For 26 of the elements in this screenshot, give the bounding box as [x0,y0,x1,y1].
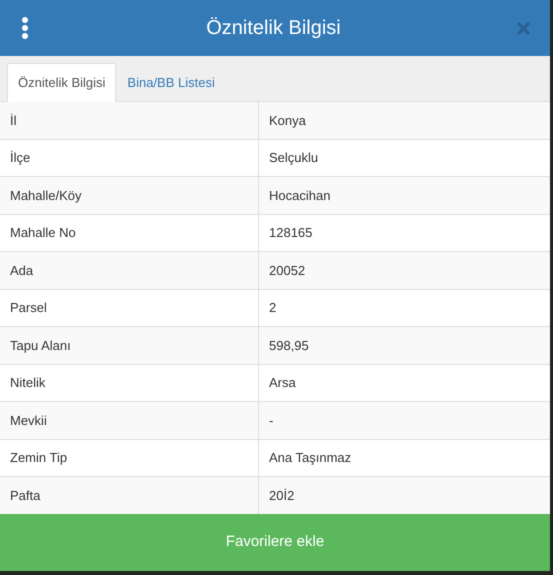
table-cell: Mevkii [0,402,259,439]
table-cell-text: 128165 [268,224,314,242]
tab[interactable]: Bina/BB Listesi [116,63,226,102]
table-cell: Ada [0,252,259,289]
table-cell-text: 20052 [268,262,306,280]
table-cell: İlçe [0,140,259,176]
tab[interactable]: Öznitelik Bilgisi [7,63,116,102]
table-cell-text: - [268,412,274,430]
table-cell-text: 20İ2 [268,486,296,505]
table-cell-text: 598,95 [268,336,310,355]
add-to-favorites-button[interactable]: Favorilere ekle [0,514,550,571]
table-cell: Tapu Alanı [0,327,259,364]
table-cell: İl [0,102,259,139]
menu-icon[interactable] [20,17,30,39]
table-cell: Zemin Tip [0,440,259,476]
table-cell-text: Ana Taşınmaz [268,449,352,468]
table-cell: Nitelik [0,364,259,402]
table-cell-text: Konya [268,112,307,130]
dialog-title: Öznitelik Bilgisi [205,16,342,40]
table-cell-text: 2 [268,299,278,318]
table-cell-text: Selçuklu [268,149,320,168]
table-cell: Parsel [0,290,259,326]
table-cell-text: Arsa [268,374,297,392]
table-cell: Mahalle No [0,214,259,252]
table-cell-text: Hocacihan [268,186,332,205]
table-cell: Mahalle/Köy [0,177,259,214]
